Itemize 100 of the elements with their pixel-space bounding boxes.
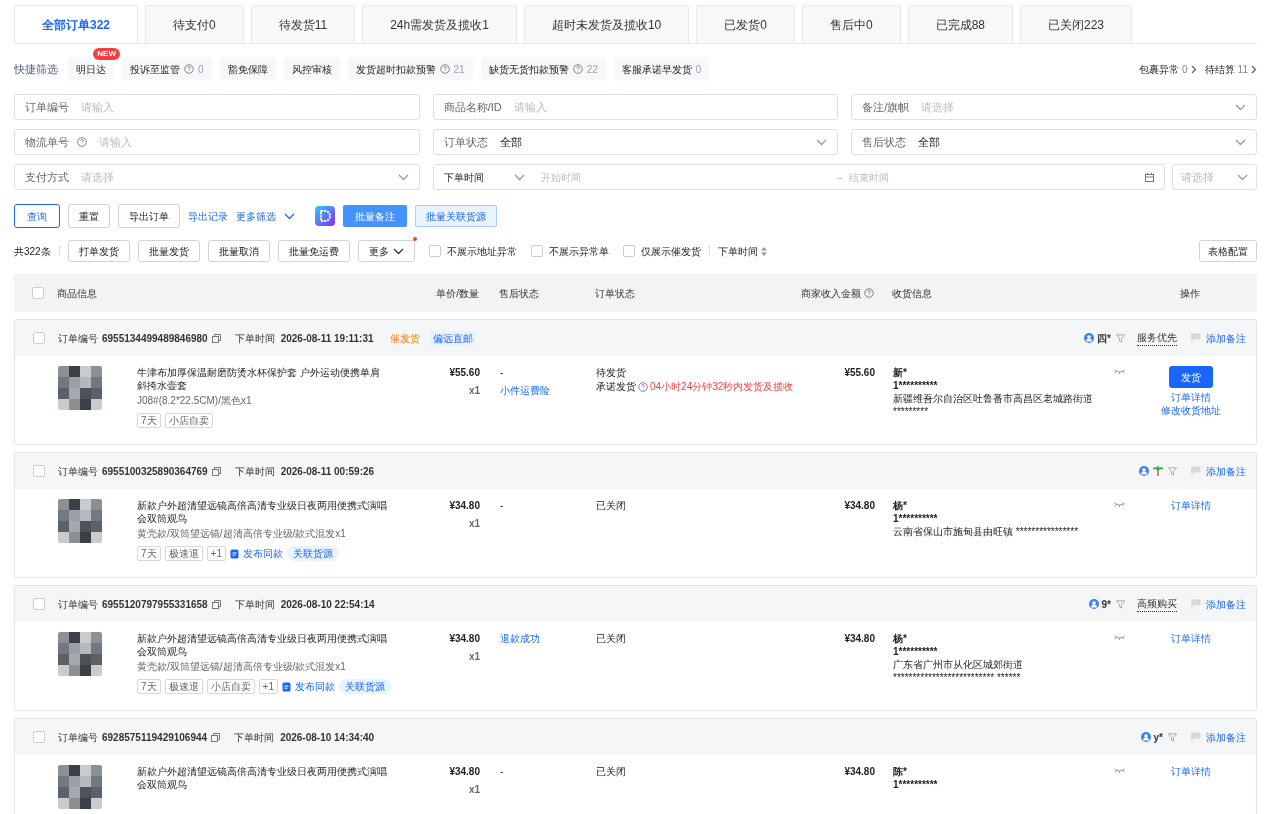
toolbar-button[interactable]: 打单发货	[67, 240, 130, 262]
order-tab[interactable]: 已完成88	[907, 5, 1013, 43]
product-title: 新款户外超清望远镜高倍高清专业级日夜两用便携式演唱会双筒观鸟	[137, 632, 387, 658]
filter-chip[interactable]: 客服承诺早发货 0	[613, 57, 710, 81]
text-input[interactable]: 请输入	[81, 98, 409, 116]
publish-same-link[interactable]: 发布同款	[229, 546, 283, 561]
receiver-name: 新*	[893, 366, 908, 379]
toolbar-button[interactable]: 批量发货	[137, 240, 200, 262]
select-field[interactable]: 支付方式 请选择	[14, 164, 420, 190]
copy-icon[interactable]	[211, 333, 221, 343]
aftersale-link[interactable]: 退款成功	[500, 632, 596, 646]
filter-chip[interactable]: 缺货无货扣款预警 22	[480, 57, 606, 81]
text-input[interactable]: 请输入	[513, 98, 828, 116]
add-note-link[interactable]: 添加备注	[1206, 596, 1246, 612]
product-tag: +1	[258, 679, 278, 694]
ship-button[interactable]: 发货	[1169, 366, 1213, 388]
order-link[interactable]: 订单详情	[1171, 499, 1211, 512]
checkbox[interactable]	[33, 465, 45, 477]
order-link[interactable]: 修改收货地址	[1161, 404, 1221, 417]
quick-filter-label: 快捷筛选	[14, 61, 58, 77]
toolbar-button[interactable]: 批量免运费	[277, 240, 350, 262]
table-config-button[interactable]: 表格配置	[1199, 240, 1257, 262]
checkbox[interactable]	[33, 731, 45, 743]
order-tab[interactable]: 售后中0	[801, 5, 901, 43]
batch-source-button[interactable]: 批量关联货源	[415, 205, 497, 227]
status-link[interactable]: 包裹异常 0	[1139, 61, 1197, 77]
order-status: 已关闭	[596, 632, 627, 646]
product-spec: 黄壳款/双筒望远镜/超清高倍专业级/款式混发x1	[137, 660, 347, 673]
checkbox[interactable]	[33, 332, 45, 344]
order-time: 2026-08-11 00:59:26	[280, 464, 375, 479]
hidden-eye-icon[interactable]	[1114, 502, 1125, 508]
status-link[interactable]: 待结算 11	[1204, 61, 1257, 77]
order-link[interactable]: 订单详情	[1171, 765, 1211, 778]
link-source-tag[interactable]: 关联货源	[338, 679, 391, 694]
order-tab[interactable]: 24h需发货及揽收1	[362, 5, 517, 43]
query-button[interactable]: 查询	[14, 204, 60, 228]
filter-chip[interactable]: 豁免保障	[219, 57, 276, 81]
date-range-field[interactable]: 下单时间 开始时间 – 结束时间	[432, 164, 1165, 190]
flag-icon[interactable]	[1191, 466, 1201, 476]
order-tab[interactable]: 超时未发货及揽收10	[523, 5, 690, 43]
filter-icon[interactable]	[1168, 732, 1177, 742]
filter-chip[interactable]: 投诉至监管 0	[122, 57, 212, 81]
hidden-eye-icon[interactable]	[1114, 635, 1125, 641]
field-value: 全部	[499, 134, 522, 150]
sort-button[interactable]: 下单时间	[717, 243, 767, 259]
filter-icon[interactable]	[1168, 466, 1177, 476]
link-button[interactable]: 导出记录	[188, 208, 228, 224]
total-count: 共322条	[14, 244, 51, 259]
action-button[interactable]: 导出订单	[118, 204, 180, 228]
add-note-link[interactable]: 添加备注	[1206, 463, 1246, 479]
text-input[interactable]: 请输入	[99, 133, 409, 151]
order-tab[interactable]: 已发货0	[696, 5, 795, 43]
link-source-tag[interactable]: 关联货源	[286, 546, 339, 561]
more-button[interactable]: 更多	[357, 240, 415, 262]
product-tag: 极速退	[164, 679, 203, 694]
hidden-eye-icon[interactable]	[1114, 768, 1125, 774]
filter-icon[interactable]	[1116, 599, 1125, 609]
product-title: 牛津布加厚保温耐磨防烫水杯保护套 户外运动便携单肩斜挎水壶套	[137, 366, 381, 392]
filter-chip[interactable]: 风控审核	[283, 57, 340, 81]
copy-icon[interactable]	[211, 466, 221, 476]
copy-icon[interactable]	[211, 732, 221, 742]
filter-chip[interactable]: 发货超时扣款预警 21	[347, 57, 473, 81]
receiver-phone: 1**********	[893, 379, 939, 392]
user-icon	[1139, 466, 1149, 476]
add-note-link[interactable]: 添加备注	[1206, 330, 1246, 346]
flag-icon[interactable]	[1191, 599, 1201, 609]
toolbar-button[interactable]: 批量取消	[207, 240, 270, 262]
order-tab[interactable]: 待支付0	[145, 5, 244, 43]
input-field[interactable]: 商品名称/ID 请输入	[432, 94, 839, 120]
order-link[interactable]: 订单详情	[1171, 391, 1211, 404]
order-tab[interactable]: 已关闭223	[1020, 5, 1132, 43]
select-field[interactable]: 订单状态 全部	[432, 129, 839, 155]
checkbox[interactable]	[32, 287, 44, 299]
dropdown-link[interactable]: 更多筛选	[236, 208, 295, 224]
flag-icon[interactable]	[1191, 333, 1201, 343]
user-icon	[1084, 333, 1095, 343]
filter-chip[interactable]: 明日达	[68, 57, 114, 81]
checkbox[interactable]	[622, 245, 635, 257]
flag-icon[interactable]	[1191, 732, 1201, 742]
hidden-eye-icon[interactable]	[1114, 369, 1125, 375]
new-badge: NEW	[93, 48, 120, 60]
select-field[interactable]: 备注/旗帜 请选择	[851, 94, 1257, 120]
order-number: 6955134499489846980	[102, 331, 208, 346]
checkbox[interactable]	[530, 245, 543, 257]
input-field[interactable]: 订单编号 请输入	[14, 94, 420, 120]
logo-icon[interactable]	[315, 206, 335, 226]
order-link[interactable]: 订单详情	[1171, 632, 1211, 645]
checkbox[interactable]	[33, 598, 45, 610]
checkbox[interactable]	[428, 245, 441, 257]
placeholder: 请选择	[81, 169, 114, 185]
publish-same-link[interactable]: 发布同款	[281, 679, 335, 694]
select-field[interactable]: 售后状态 全部	[851, 129, 1257, 155]
input-field[interactable]: 物流单号 请输入	[14, 129, 420, 155]
order-tab[interactable]: 全部订单322	[14, 5, 139, 43]
action-button[interactable]: 重置	[68, 204, 110, 228]
copy-icon[interactable]	[211, 599, 221, 609]
order-tab[interactable]: 待发货11	[250, 5, 356, 43]
filter-icon[interactable]	[1116, 333, 1125, 343]
add-note-link[interactable]: 添加备注	[1206, 729, 1246, 745]
order-status: 待发货	[596, 366, 627, 380]
